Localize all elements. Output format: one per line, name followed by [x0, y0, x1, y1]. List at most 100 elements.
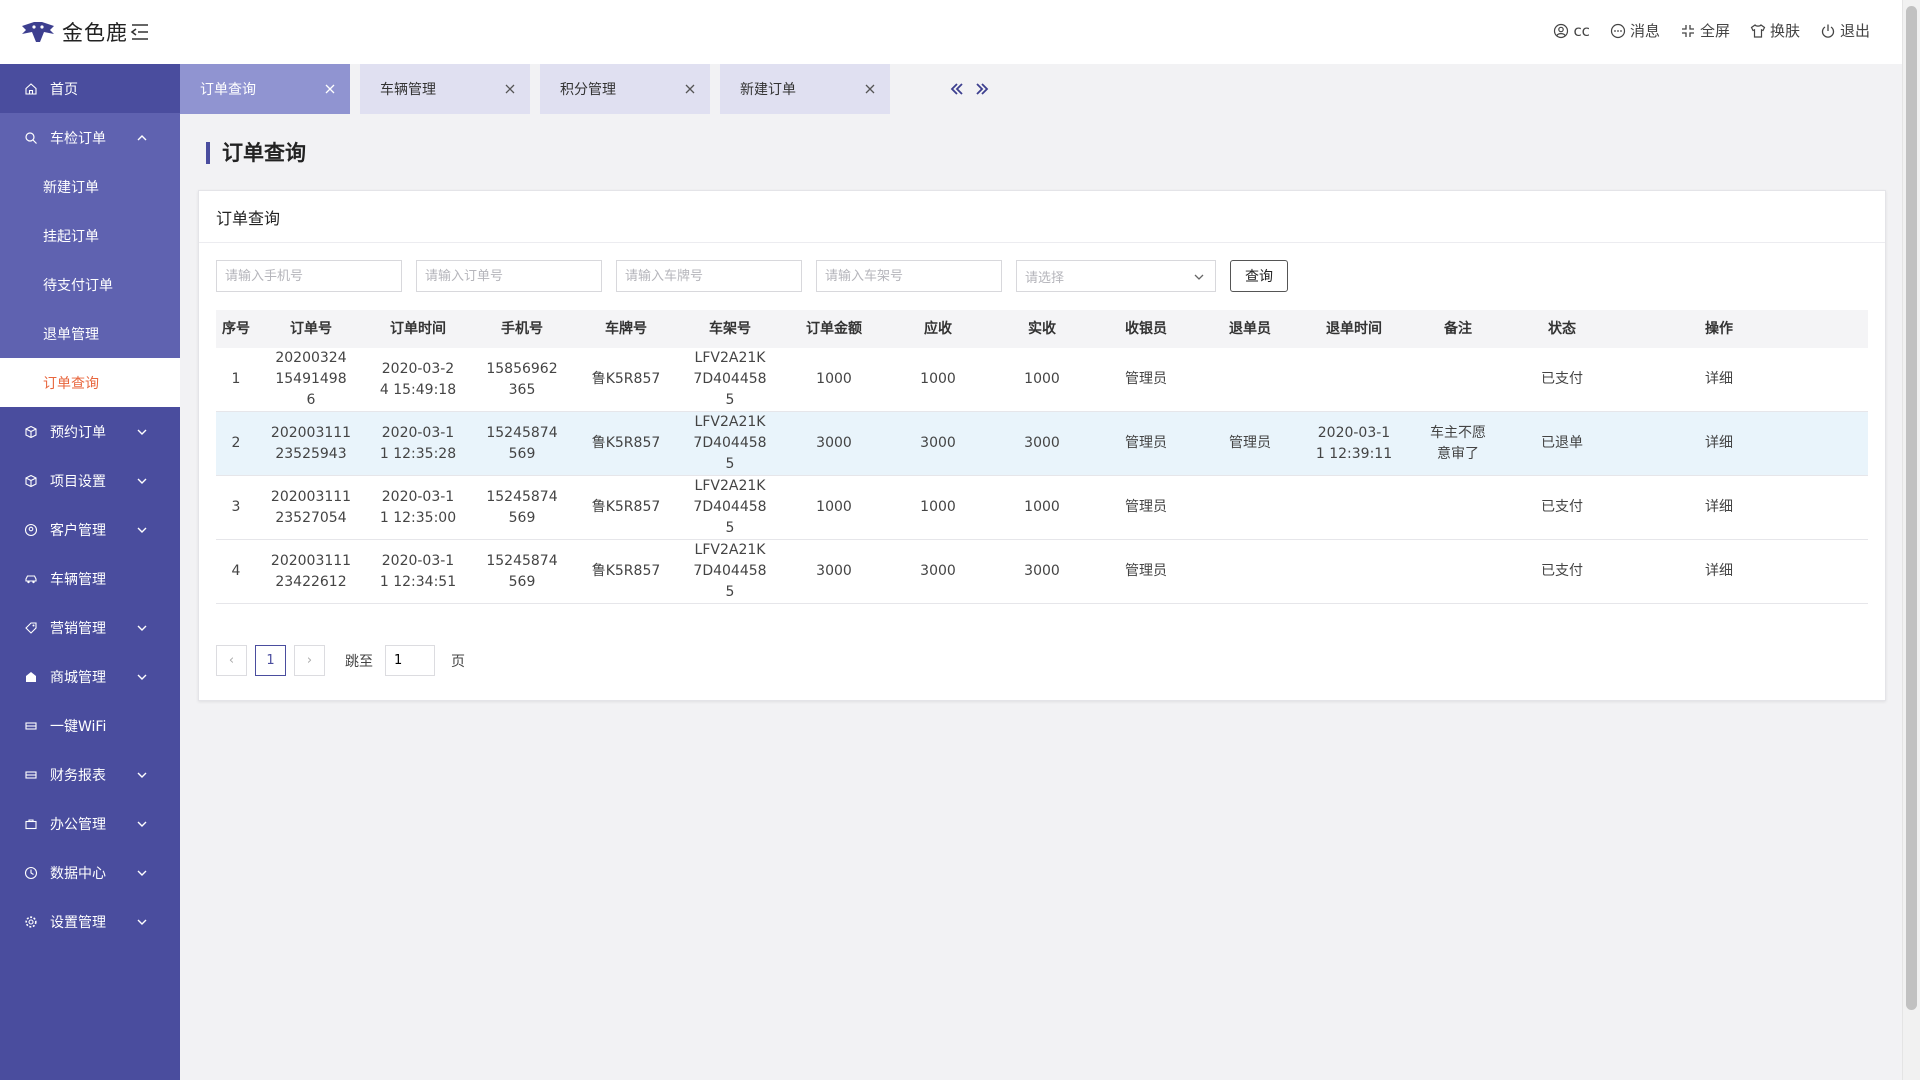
- close-icon[interactable]: [324, 83, 336, 95]
- sidebar-item-home[interactable]: 首页: [0, 64, 180, 113]
- sidebar-item-appointments[interactable]: 预约订单: [0, 407, 180, 456]
- tab-order-query[interactable]: 订单查询: [180, 64, 350, 114]
- plate-number-input[interactable]: [616, 260, 802, 292]
- sidebar-sub-new-order[interactable]: 新建订单: [0, 162, 180, 211]
- orders-table: 序号 订单号 订单时间 手机号 车牌号 车架号 订单金额 应收 实收 收银员 退单员 退单时间 备注 状态…: [216, 310, 1868, 604]
- col-order-number: 202003111 23422612: [270, 552, 352, 590]
- table-row[interactable]: 3 202003111 23527054 2020-03-1 1 12:35:00 1…: [216, 476, 1868, 540]
- sidebar-item-project-settings[interactable]: 项目设置: [0, 456, 180, 505]
- detail-link[interactable]: 详细: [1614, 476, 1824, 539]
- double-chevron-left-icon[interactable]: [948, 80, 966, 98]
- col-plate: 鲁K5R857: [591, 435, 661, 451]
- sidebar-sub-refund-management[interactable]: 退单管理: [0, 309, 180, 358]
- col-receivable: 3000: [920, 563, 956, 579]
- sidebar-item-marketing[interactable]: 营销管理: [0, 603, 180, 652]
- phone-input[interactable]: [216, 260, 402, 292]
- sidebar-item-label: 一键WiFi: [50, 718, 107, 735]
- col-refund-time: 2020-03-1 1 12:39:11: [1315, 424, 1393, 462]
- order-number-input[interactable]: [416, 260, 602, 292]
- page-title: 订单查询: [206, 142, 306, 164]
- fullscreen-label: 全屏: [1699, 22, 1730, 40]
- sidebar-item-customers[interactable]: 客户管理: [0, 505, 180, 554]
- tab-points-management[interactable]: 积分管理: [540, 64, 710, 114]
- message-button[interactable]: 消息: [1610, 20, 1660, 41]
- col-remark: [1406, 348, 1510, 411]
- col-receivable: 1000: [920, 371, 956, 387]
- card-title: 订单查询: [199, 191, 1885, 243]
- detail-link[interactable]: 详细: [1614, 540, 1824, 603]
- col-refund-time: [1302, 540, 1406, 603]
- header-col-phone: 手机号: [501, 320, 543, 337]
- app-name: 金色鹿: [62, 21, 128, 45]
- col-refund-time: [1302, 348, 1406, 411]
- col-cashier: 管理员: [1125, 435, 1167, 451]
- vin-input[interactable]: [816, 260, 1002, 292]
- next-page-button[interactable]: ›: [294, 645, 325, 676]
- jump-page-input[interactable]: [385, 645, 435, 676]
- table-row[interactable]: 1 20200324 15491498 6 2020-03-2 4 15:49:18…: [216, 348, 1868, 412]
- sidebar-item-label: 营销管理: [50, 620, 106, 637]
- chevron-down-icon: [1194, 274, 1204, 280]
- sidebar-item-vehicles[interactable]: 车辆管理: [0, 554, 180, 603]
- chevron-down-icon: [137, 478, 147, 484]
- logout-button[interactable]: 退出: [1820, 20, 1870, 41]
- col-vin: LFV2A21K 7D404458 5: [693, 350, 767, 408]
- header-col-index: 序号: [222, 320, 250, 337]
- status-select[interactable]: 请选择: [1016, 260, 1216, 292]
- col-refund-operator: [1198, 348, 1302, 411]
- sidebar-item-finance[interactable]: 财务报表: [0, 750, 180, 799]
- col-amount: 1000: [816, 371, 852, 387]
- sidebar-item-office[interactable]: 办公管理: [0, 799, 180, 848]
- fullscreen-button[interactable]: 全屏: [1680, 20, 1730, 41]
- prev-page-button[interactable]: ‹: [216, 645, 247, 676]
- close-icon[interactable]: [684, 83, 696, 95]
- app-logo[interactable]: 金色鹿: [20, 16, 128, 48]
- col-amount: 1000: [816, 499, 852, 515]
- top-header: 金色鹿 cc 消息 全屏 换肤 退出: [0, 0, 1920, 64]
- sidebar-item-shop[interactable]: 商城管理: [0, 652, 180, 701]
- sidebar-item-inspection-orders[interactable]: 车检订单: [0, 113, 180, 162]
- sidebar-sub-pending-payment[interactable]: 待支付订单: [0, 260, 180, 309]
- col-refund-time: [1302, 476, 1406, 539]
- close-icon[interactable]: [864, 83, 876, 95]
- col-status: 已支付: [1541, 371, 1583, 387]
- fullscreen-icon: [1681, 24, 1694, 37]
- sidebar-item-label: 财务报表: [50, 767, 106, 784]
- customer-icon: [24, 523, 38, 537]
- tab-new-order[interactable]: 新建订单: [720, 64, 890, 114]
- query-button[interactable]: 查询: [1230, 260, 1288, 292]
- user-menu[interactable]: cc: [1553, 22, 1590, 40]
- scrollbar-thumb[interactable]: [1906, 6, 1917, 1010]
- col-order-number: 202003111 23525943: [270, 424, 352, 462]
- sidebar-sub-order-query[interactable]: 订单查询: [0, 358, 180, 407]
- user-icon: [1554, 23, 1569, 38]
- tab-vehicle-management[interactable]: 车辆管理: [360, 64, 530, 114]
- chevron-down-icon: [137, 527, 147, 533]
- table-row[interactable]: 4 202003111 23422612 2020-03-1 1 12:34:51 1…: [216, 540, 1868, 604]
- double-chevron-right-icon[interactable]: [973, 80, 991, 98]
- close-icon[interactable]: [504, 83, 516, 95]
- sidebar-item-label: 商城管理: [50, 669, 106, 686]
- sidebar-item-label: 项目设置: [50, 473, 106, 490]
- header-col-order-time: 订单时间: [390, 320, 446, 337]
- shop-icon: [24, 670, 38, 684]
- detail-link[interactable]: 详细: [1614, 412, 1824, 475]
- table-header-row: 序号 订单号 订单时间 手机号 车牌号 车架号 订单金额 应收 实收 收银员 退单员 退单时间 备注 状态…: [216, 310, 1868, 348]
- sidebar-item-label: 办公管理: [50, 816, 106, 833]
- sidebar-item-data-center[interactable]: 数据中心: [0, 848, 180, 897]
- page-number-button[interactable]: 1: [255, 645, 286, 676]
- col-order-time: 2020-03-1 1 12:35:00: [379, 488, 457, 526]
- col-status: 已支付: [1541, 563, 1583, 579]
- col-phone: 15245874 569: [486, 488, 558, 526]
- sidebar-item-wifi[interactable]: 一键WiFi: [0, 701, 180, 750]
- col-remark: [1406, 540, 1510, 603]
- sidebar-sub-suspended-orders[interactable]: 挂起订单: [0, 211, 180, 260]
- vertical-scrollbar[interactable]: [1902, 0, 1920, 1080]
- skin-button[interactable]: 换肤: [1750, 20, 1800, 41]
- sidebar-item-settings[interactable]: 设置管理: [0, 897, 180, 946]
- menu-toggle-icon[interactable]: [128, 20, 152, 44]
- shirt-icon: [1750, 23, 1766, 38]
- pagination: ‹ 1 › 跳至 页: [216, 645, 465, 676]
- detail-link[interactable]: 详细: [1614, 348, 1824, 411]
- table-row[interactable]: 2 202003111 23525943 2020-03-1 1 12:35:28 1…: [216, 412, 1868, 476]
